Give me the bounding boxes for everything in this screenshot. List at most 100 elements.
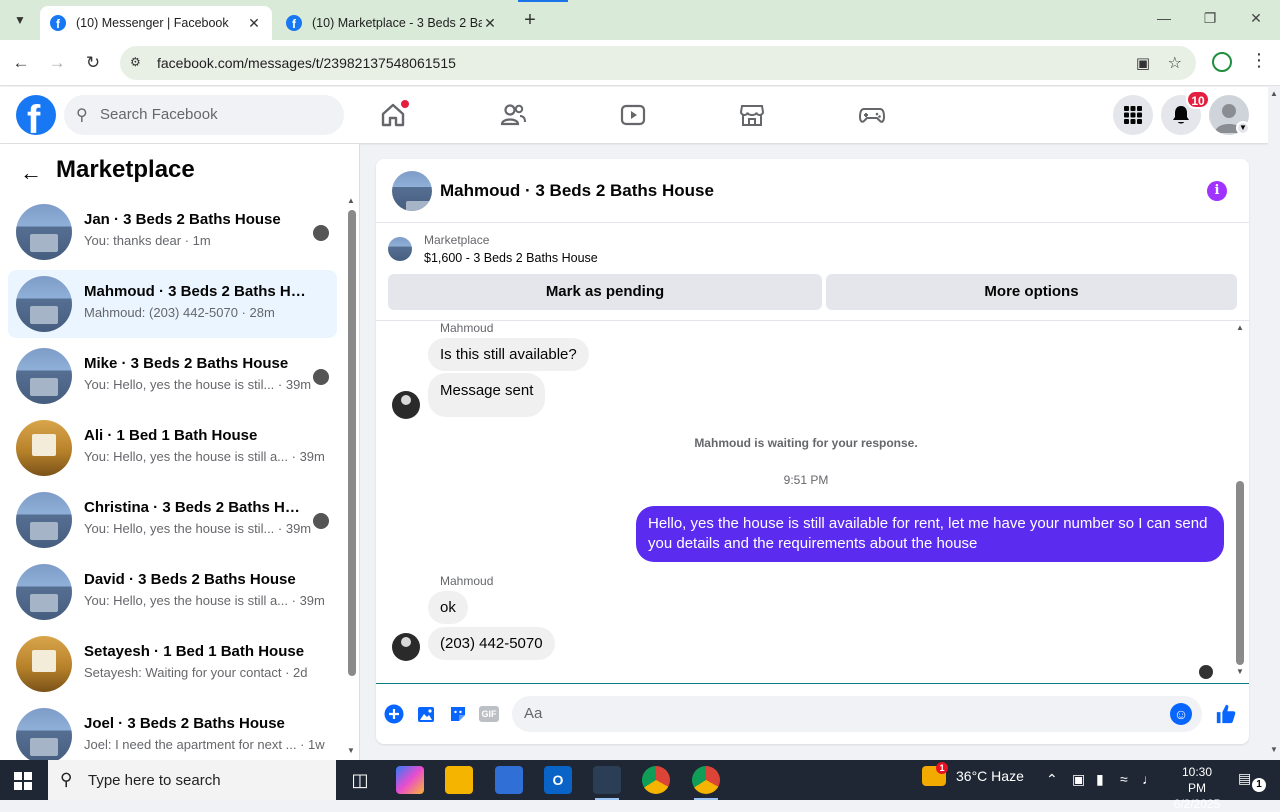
profile-icon[interactable] <box>1212 52 1232 72</box>
scroll-down-arrow-icon[interactable]: ▼ <box>1270 745 1278 754</box>
photo-icon[interactable] <box>415 703 437 725</box>
taskbar-search[interactable]: ⚲ Type here to search <box>48 760 336 800</box>
gif-icon[interactable]: GIF <box>478 703 500 725</box>
browser-tab-marketplace[interactable]: f (10) Marketplace - 3 Beds 2 Bat ✕ <box>276 6 508 40</box>
reload-icon[interactable]: ↻ <box>82 52 104 74</box>
message-scrollbar[interactable]: ▲ ▼ <box>1236 321 1245 683</box>
weather-widget[interactable]: 1 36°C Haze <box>922 762 1024 786</box>
show-hidden-icons-chevron-icon[interactable]: ⌃ <box>1046 771 1058 788</box>
scroll-down-arrow-icon[interactable]: ▼ <box>347 746 355 755</box>
panel-title: Marketplace <box>56 156 195 183</box>
battery-icon[interactable]: ▮ <box>1096 771 1104 788</box>
thumbs-up-icon[interactable] <box>1215 703 1237 725</box>
message-thread: Mahmoud Is this still available? Message… <box>376 321 1249 683</box>
chat-listing-avatar[interactable] <box>392 171 432 211</box>
sender-avatar[interactable] <box>392 391 420 419</box>
sender-avatar[interactable] <box>392 633 420 661</box>
conversation-item[interactable]: Christina · 3 Beds 2 Baths Hou... You: He… <box>8 486 337 554</box>
info-icon[interactable]: i <box>1207 181 1227 201</box>
notification-center-icon[interactable]: ▤ 1 <box>1238 770 1266 792</box>
menu-grid-button[interactable] <box>1113 95 1153 135</box>
incoming-message[interactable]: Message sent <box>428 373 546 417</box>
facebook-logo-icon[interactable]: f <box>16 95 56 135</box>
logo-letter: f <box>27 98 41 135</box>
minimize-icon[interactable]: — <box>1154 10 1174 26</box>
conversation-item[interactable]: Mahmoud · 3 Beds 2 Baths House Mahmoud: (… <box>8 270 337 338</box>
site-info-icon[interactable]: ⚙ <box>130 55 146 71</box>
plus-circle-icon[interactable] <box>383 703 405 725</box>
marketplace-listing-bar: Marketplace $1,600 - 3 Beds 2 Baths Hous… <box>376 223 1249 321</box>
clock[interactable]: 10:30 PM 6/2/2025 <box>1172 764 1222 812</box>
listing-price-title[interactable]: $1,600 - 3 Beds 2 Baths House <box>424 251 598 265</box>
sticker-icon[interactable] <box>447 703 469 725</box>
bell-icon <box>1173 106 1189 124</box>
conversation-item[interactable]: Jan · 3 Beds 2 Baths House You: thanks de… <box>8 198 337 266</box>
restore-icon[interactable]: ❐ <box>1200 10 1220 27</box>
incoming-message[interactable]: Is this still available? <box>428 338 589 371</box>
more-options-button[interactable]: More options <box>826 274 1237 310</box>
read-receipt-avatar <box>1199 665 1213 679</box>
listing-thumbnail <box>16 636 72 692</box>
browser-tab-messenger[interactable]: f (10) Messenger | Facebook ✕ <box>40 6 272 40</box>
scroll-up-arrow-icon[interactable]: ▲ <box>1270 89 1278 98</box>
scroll-up-arrow-icon[interactable]: ▲ <box>1236 323 1244 332</box>
gaming-icon[interactable] <box>858 101 886 129</box>
emoji-icon[interactable]: ☺ <box>1170 703 1192 725</box>
chat-title[interactable]: Mahmoud · 3 Beds 2 Baths House <box>440 181 714 201</box>
account-menu-chevron-icon[interactable]: ▼ <box>1236 121 1250 135</box>
incoming-message[interactable]: ok <box>428 591 468 624</box>
close-tab-icon[interactable]: ✕ <box>246 15 262 32</box>
listing-thumbnail <box>16 708 72 764</box>
scroll-down-arrow-icon[interactable]: ▼ <box>1236 667 1244 676</box>
watch-video-icon[interactable] <box>619 101 647 129</box>
forward-icon[interactable]: → <box>46 52 68 74</box>
gif-label: GIF <box>481 709 497 719</box>
back-arrow-icon[interactable]: ← <box>20 160 42 186</box>
outgoing-message[interactable]: Hello, yes the house is still available … <box>636 506 1224 562</box>
new-tab-button[interactable]: + <box>518 9 542 31</box>
windows-start-icon[interactable] <box>14 772 32 790</box>
tab-search-dropdown-icon[interactable]: ▼ <box>8 8 32 32</box>
compose-bar: GIF Aa ☺ <box>376 684 1249 744</box>
message-input[interactable]: Aa ☺ <box>512 696 1202 732</box>
file-explorer-icon[interactable] <box>445 766 473 794</box>
conversation-item[interactable]: Setayesh · 1 Bed 1 Bath House Setayesh: W… <box>8 630 337 698</box>
snipping-tool-icon[interactable] <box>593 766 621 800</box>
back-icon[interactable]: ← <box>10 52 32 74</box>
friends-icon[interactable] <box>499 101 527 129</box>
close-window-icon[interactable]: ✕ <box>1246 10 1266 27</box>
conversation-item[interactable]: Mike · 3 Beds 2 Baths House You: Hello, y… <box>8 342 337 410</box>
marketplace-label: Marketplace <box>424 233 490 247</box>
wifi-icon[interactable]: ≈ <box>1120 771 1128 787</box>
scroll-up-arrow-icon[interactable]: ▲ <box>347 196 355 205</box>
clock-date: 6/2/2025 <box>1173 797 1221 811</box>
conversation-preview: You: Hello, yes the house is stil... · 3… <box>84 521 312 536</box>
conversation-item[interactable]: Ali · 1 Bed 1 Bath House You: Hello, yes … <box>8 414 337 482</box>
install-app-icon[interactable]: ▣ <box>1136 54 1150 72</box>
microsoft-store-icon[interactable] <box>495 766 523 794</box>
scrollbar-thumb[interactable] <box>1236 481 1244 665</box>
notification-center-badge: 1 <box>1252 778 1266 792</box>
incoming-message[interactable]: (203) 442-5070 <box>428 627 555 660</box>
weather-icon: 1 <box>922 762 948 786</box>
bookmark-star-icon[interactable]: ☆ <box>1168 53 1182 73</box>
facebook-favicon-icon: f <box>50 15 66 31</box>
browser-menu-icon[interactable]: ⋮ <box>1250 50 1268 71</box>
task-view-icon[interactable]: ◫ <box>346 766 374 794</box>
listing-thumbnail[interactable] <box>388 237 412 261</box>
chrome-icon[interactable] <box>642 766 670 794</box>
marketplace-icon[interactable] <box>738 101 766 129</box>
close-tab-icon[interactable]: ✕ <box>482 15 498 32</box>
copilot-icon[interactable] <box>396 766 424 794</box>
tab-title: (10) Messenger | Facebook <box>76 16 229 30</box>
mark-as-pending-button[interactable]: Mark as pending <box>388 274 822 310</box>
chrome-profile-icon[interactable] <box>692 766 720 800</box>
conversation-list-scrollbar[interactable] <box>348 210 356 676</box>
facebook-search[interactable]: ⚲ Search Facebook <box>64 95 344 135</box>
conversation-item[interactable]: David · 3 Beds 2 Baths House You: Hello, … <box>8 558 337 626</box>
volume-icon[interactable]: ♩ <box>1142 771 1156 787</box>
meet-now-icon[interactable]: ▣ <box>1072 771 1085 788</box>
page-scrollbar[interactable]: ▲ ▼ <box>1268 87 1280 760</box>
outlook-icon[interactable]: O <box>544 766 572 794</box>
address-bar[interactable]: ⚙ facebook.com/messages/t/23982137548061… <box>120 46 1196 80</box>
